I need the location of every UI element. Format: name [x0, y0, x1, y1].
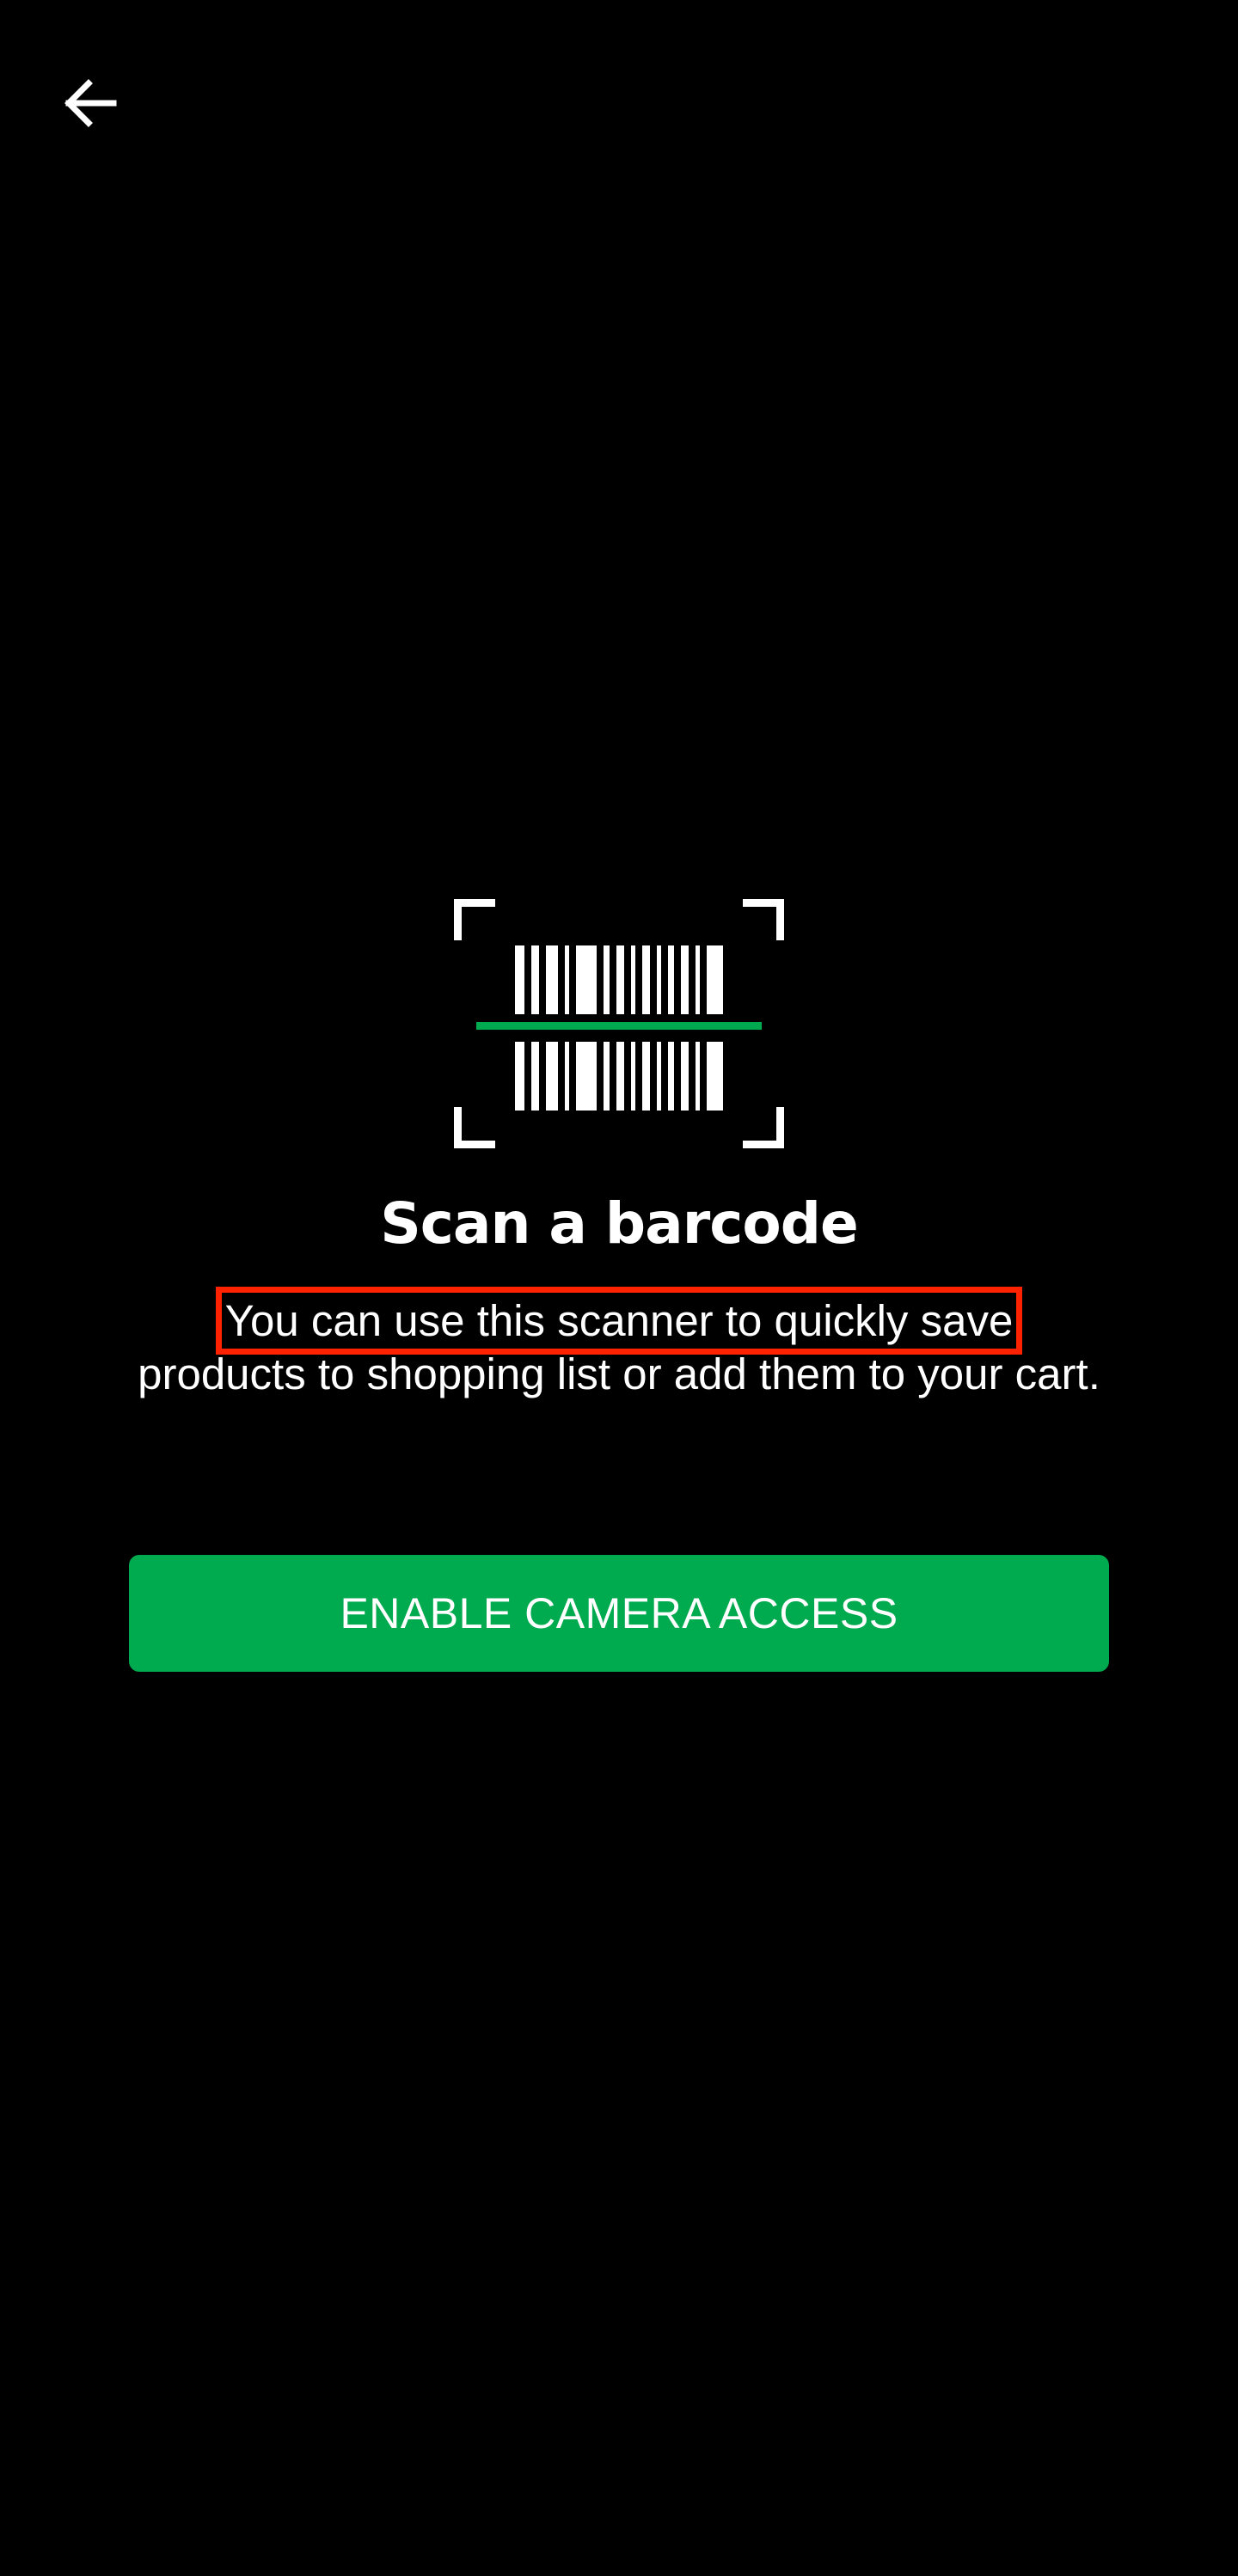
- enable-camera-access-button[interactable]: ENABLE CAMERA ACCESS: [129, 1555, 1109, 1672]
- description-highlighted-line: You can use this scanner to quickly save: [215, 1287, 1023, 1355]
- description-rest: products to shopping list or add them to…: [138, 1349, 1100, 1398]
- barcode-bars-bottom: [515, 1042, 723, 1111]
- barcode-scan-icon: [454, 899, 784, 1148]
- barcode-bars-top: [515, 945, 723, 1014]
- page-title: Scan a barcode: [380, 1190, 858, 1257]
- description-text: You can use this scanner to quickly save…: [138, 1287, 1100, 1401]
- arrow-left-icon: [64, 79, 117, 127]
- back-button[interactable]: [53, 69, 127, 138]
- scan-line: [476, 1022, 762, 1030]
